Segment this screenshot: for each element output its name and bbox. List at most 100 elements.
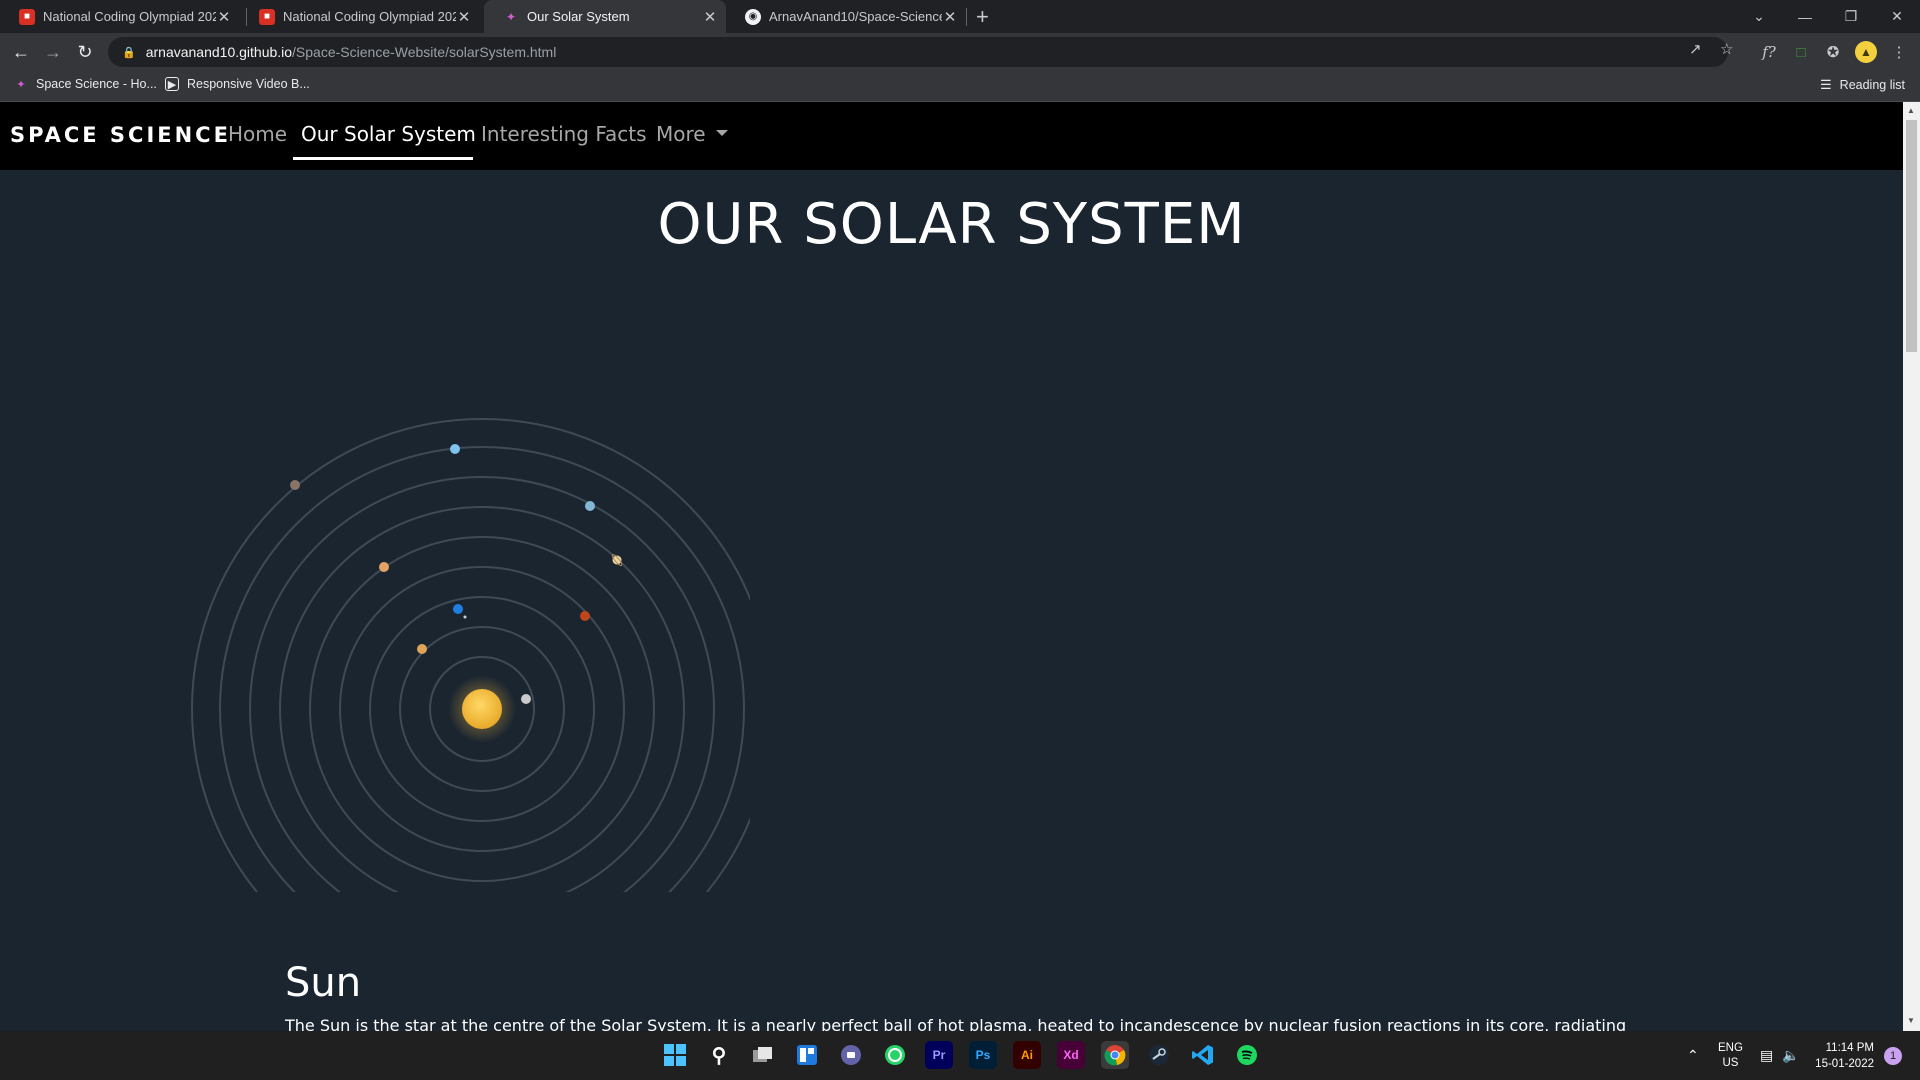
illustrator-icon[interactable]: Ai (1013, 1041, 1041, 1069)
red-square-favicon: ■ (259, 8, 275, 25)
tab-strip: ■ National Coding Olympiad 2021 ✕ ■ Nati… (0, 0, 1920, 33)
tab-github[interactable]: ◉ ArnavAnand10/Space-Science-W ✕ (726, 0, 966, 33)
tab-national-coding-1[interactable]: ■ National Coding Olympiad 2021 ✕ (0, 0, 240, 33)
scrollbar-thumb[interactable] (1906, 120, 1917, 352)
tab-national-coding-2[interactable]: ■ National Coding Olympiad 2021 ✕ (240, 0, 480, 33)
steam-icon[interactable] (1145, 1041, 1173, 1069)
tab-our-solar-system[interactable]: ✦ Our Solar System ✕ (484, 0, 726, 33)
widgets-icon[interactable] (793, 1041, 821, 1069)
minimize-button[interactable]: — (1782, 0, 1828, 33)
spotify-icon[interactable] (1233, 1041, 1261, 1069)
planet-mars (580, 611, 590, 621)
close-icon[interactable]: ✕ (456, 8, 472, 26)
scroll-down-arrow-icon[interactable]: ▼ (1907, 1016, 1915, 1025)
tab-title: National Coding Olympiad 2021 (283, 9, 456, 24)
notification-center[interactable]: 1 (1884, 1031, 1902, 1080)
planet-favicon: ✦ (16, 78, 26, 91)
vscode-icon[interactable] (1189, 1041, 1217, 1069)
orbit-rings (191, 418, 750, 892)
page-scrollbar[interactable]: ▲ ▼ (1903, 102, 1920, 1031)
clock-time: 11:14 PM (1825, 1041, 1874, 1054)
windows-taskbar: ⚲ Pr Ps Ai Xd ⌃ ENG US ▤ 🔈 11:14 PM 15-0… (0, 1031, 1920, 1080)
close-window-button[interactable]: ✕ (1874, 0, 1920, 33)
region-label: US (1722, 1056, 1739, 1069)
planet-earth (453, 604, 463, 614)
chrome-icon[interactable] (1101, 1041, 1129, 1069)
scroll-up-arrow-icon[interactable]: ▲ (1907, 106, 1915, 115)
lock-icon: 🔒 (122, 46, 136, 59)
nav-home[interactable]: Home (228, 122, 287, 146)
bookmark-label: Responsive Video B... (187, 77, 310, 91)
extensions-puzzle-icon[interactable]: ✪ (1822, 42, 1844, 62)
nav-interesting-facts[interactable]: Interesting Facts (481, 122, 647, 146)
adobe-xd-icon[interactable]: Xd (1057, 1041, 1085, 1069)
clock-date: 15-01-2022 (1815, 1057, 1874, 1070)
nav-more-dropdown[interactable]: More (656, 122, 728, 146)
forward-arrow-icon[interactable]: → (40, 39, 66, 65)
clock[interactable]: 11:14 PM 15-01-2022 (1808, 1031, 1874, 1080)
teams-chat-icon[interactable] (837, 1041, 865, 1069)
bookmark-label: Space Science - Ho... (36, 77, 157, 91)
notification-badge: 1 (1884, 1046, 1902, 1065)
active-nav-underline (293, 157, 473, 160)
url-path: /Space-Science-Website/solarSystem.html (292, 44, 557, 60)
orbit-ring-neptune (219, 446, 745, 892)
whatsapp-icon[interactable] (881, 1041, 909, 1069)
reading-list-label: Reading list (1839, 78, 1905, 92)
nav-our-solar-system[interactable]: Our Solar System (301, 122, 476, 146)
planet-uranus (585, 501, 595, 511)
planet-favicon: ✦ (505, 9, 517, 24)
windows-start-icon[interactable] (661, 1041, 689, 1069)
url-host: arnavanand10.github.io (145, 44, 293, 60)
bookmark-space-science[interactable]: ✦ Space Science - Ho... (14, 77, 157, 91)
task-view-icon[interactable] (749, 1041, 777, 1069)
premiere-pro-icon[interactable]: Pr (925, 1041, 953, 1069)
bookmarks-bar: ✦ Space Science - Ho... ▶ Responsive Vid… (0, 71, 1920, 102)
close-icon[interactable]: ✕ (942, 8, 958, 26)
caret-down-icon (715, 129, 728, 136)
planet-pluto (290, 480, 300, 490)
tab-divider (966, 8, 967, 26)
page-title: OUR SOLAR SYSTEM (657, 192, 1246, 257)
site-navbar: SPACE SCIENCE Home Our Solar System Inte… (0, 102, 1903, 170)
photoshop-icon[interactable]: Ps (969, 1041, 997, 1069)
close-icon[interactable]: ✕ (702, 8, 718, 26)
reading-list-button[interactable]: ☰ Reading list (1820, 77, 1905, 93)
moon (463, 615, 467, 619)
formula-extension-icon[interactable]: f? (1758, 42, 1780, 62)
web-page: SPACE SCIENCE Home Our Solar System Inte… (0, 102, 1903, 1031)
back-arrow-icon[interactable]: ← (8, 39, 34, 65)
search-icon[interactable]: ⚲ (705, 1041, 733, 1069)
nav-more-label: More (656, 122, 706, 146)
address-bar[interactable]: 🔒 arnavanand10.github.io/Space-Science-W… (108, 37, 1728, 67)
tray-overflow-chevron-icon[interactable]: ⌃ (1687, 1031, 1699, 1080)
browser-toolbar: ← → ↻ 🔒 arnavanand10.github.io/Space-Sci… (0, 33, 1920, 71)
menu-kebab-icon[interactable]: ⋮ (1888, 42, 1910, 62)
tab-title: Our Solar System (527, 9, 630, 24)
video-icon: ▶ (165, 77, 179, 91)
profile-avatar[interactable]: ▲ (1855, 41, 1877, 63)
tab-search-icon[interactable]: ⌄ (1736, 0, 1782, 33)
reading-list-icon: ☰ (1820, 77, 1832, 92)
language-indicator[interactable]: ENG US (1718, 1031, 1743, 1080)
planet-venus (417, 644, 427, 654)
reload-icon[interactable]: ↻ (72, 39, 98, 65)
section-text-sun: The Sun is the star at the centre of the… (285, 1016, 1627, 1031)
bookmark-star-icon[interactable]: ☆ (1720, 40, 1733, 58)
solar-system-animation (191, 418, 750, 892)
section-heading-sun: Sun (285, 960, 362, 1006)
restore-button[interactable]: ❐ (1828, 0, 1874, 33)
close-icon[interactable]: ✕ (216, 8, 232, 26)
bookmark-responsive-video[interactable]: ▶ Responsive Video B... (165, 77, 310, 91)
planet-jupiter (379, 562, 389, 572)
new-tab-button[interactable]: + (976, 4, 989, 30)
tab-title: ArnavAnand10/Space-Science-W (769, 9, 942, 24)
site-brand[interactable]: SPACE SCIENCE (10, 123, 231, 147)
network-icon[interactable]: ▤ (1760, 1031, 1773, 1080)
share-icon[interactable]: ↗ (1689, 40, 1702, 58)
sun (462, 689, 502, 729)
lang-label: ENG (1718, 1041, 1743, 1054)
volume-icon[interactable]: 🔈 (1782, 1031, 1799, 1080)
github-icon: ◉ (745, 8, 761, 25)
screenshot-extension-icon[interactable]: □ (1790, 42, 1812, 62)
